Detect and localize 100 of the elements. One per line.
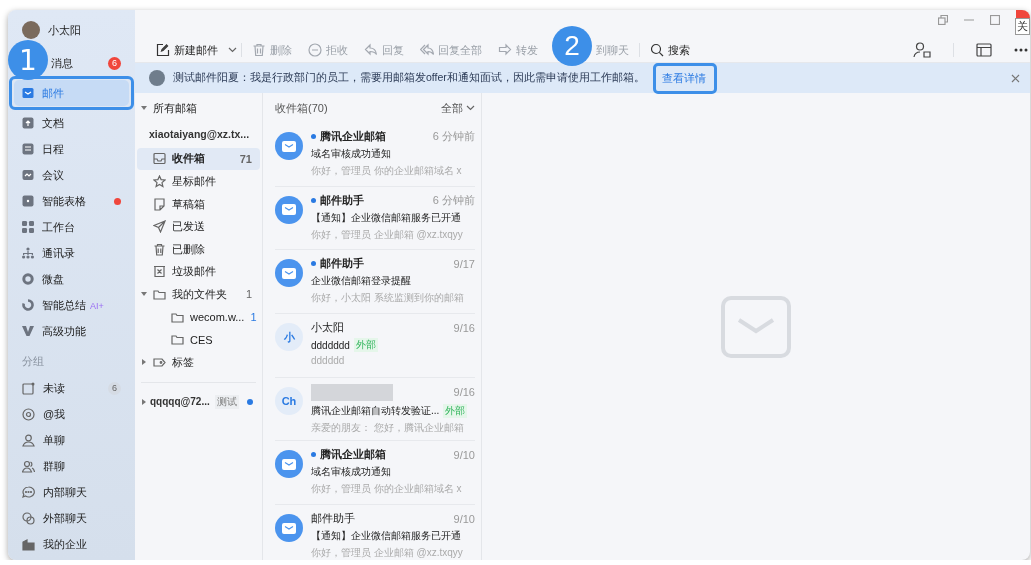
mail-item[interactable]: 腾讯企业邮箱 6 分钟前 域名审核成功通知 你好，管理员 你的企业邮箱域名 x [275, 123, 475, 187]
mailbox-group[interactable]: 所有邮箱 [137, 97, 260, 120]
table-icon [22, 195, 34, 207]
user-name: 小太阳 [48, 22, 81, 38]
maximize-icon [990, 15, 1000, 25]
inbox-icon [153, 152, 166, 166]
cloud-disk-icon [22, 273, 34, 285]
external-tag: 外部 [443, 403, 468, 418]
group-item[interactable]: 单聊 [14, 427, 129, 453]
tag-icon [153, 355, 166, 369]
reply-all-icon [420, 43, 434, 57]
mail-item[interactable]: 腾讯企业邮箱 9/10 域名审核成功通知 你好，管理员 你的企业邮箱域名 x [275, 441, 475, 506]
initial-avatar: 小 [275, 323, 303, 352]
tooltip: 关 [1015, 18, 1030, 35]
mail-time: 9/16 [453, 386, 475, 399]
folder-item[interactable]: 草稿箱 [137, 192, 260, 216]
user-avatar[interactable] [22, 21, 40, 39]
filter-dropdown[interactable]: 全部 [441, 100, 475, 116]
mail-avatar [275, 259, 303, 288]
paper-plane-icon [153, 220, 166, 234]
account-item[interactable]: qqqqq@72... 测试 [137, 390, 260, 414]
mail-item[interactable]: 邮件助手 9/10 【通知】企业微信邮箱服务已开通 你好，管理员 企业邮箱 @xz.txqyy [275, 505, 475, 560]
restore-window-icon [938, 15, 948, 25]
step-number: 2 [552, 26, 592, 66]
close-icon [1011, 73, 1020, 83]
nav-item[interactable]: 消息 6 [51, 50, 129, 76]
folder-item[interactable]: 标签 [137, 350, 260, 374]
folder-item[interactable]: CES [137, 328, 260, 351]
org-chart-icon [22, 247, 34, 259]
mail-time: 9/16 [453, 321, 475, 334]
compose-icon [156, 43, 170, 57]
mail-time: 9/17 [453, 257, 475, 270]
folder-item[interactable]: 垃圾邮件 [137, 260, 260, 284]
caret-down-icon [228, 47, 237, 53]
list-title: 收件箱(70) [275, 100, 328, 116]
mail-item[interactable]: 邮件助手 6 分钟前 【通知】企业微信邮箱服务已开通 你好，管理员 企业邮箱 @xz.txqyy [275, 186, 475, 251]
ring-icon [22, 299, 34, 311]
mail-subject: 腾讯企业邮箱自动转发验证... [311, 403, 440, 418]
sender-name: 小太阳 [311, 320, 345, 336]
nav-item[interactable]: 会议 [14, 162, 129, 188]
nav-item[interactable]: 微盘 [14, 266, 129, 292]
minus-circle-icon [308, 43, 322, 57]
folder-item[interactable]: 星标邮件 [137, 170, 260, 193]
draft-icon [153, 197, 166, 211]
mail-preview: 你好，小太阳 系统监测到你的邮箱 [311, 291, 465, 306]
mail-subject: 域名审核成功通知 [311, 147, 391, 161]
mail-item[interactable]: 小 小太阳 9/16 ddddddd 外部 dddddd [275, 314, 475, 378]
mail-preview: 亲爱的朋友： 您好，腾讯企业邮箱 [311, 420, 465, 435]
nav-item[interactable]: 智能总结 AI+ [14, 292, 129, 318]
group-icon [22, 459, 35, 473]
folder-item[interactable]: 已删除 [137, 237, 260, 261]
toolbar-button[interactable]: 搜索 [644, 40, 696, 60]
toolbar-button[interactable]: 新建邮件 [150, 40, 224, 60]
nav-item[interactable]: 高级功能 [14, 318, 129, 344]
unread-icon [22, 381, 35, 395]
nav-item[interactable]: 日程 [14, 136, 129, 162]
nav-item[interactable]: 文档 [14, 110, 129, 136]
layout-icon [976, 43, 992, 57]
folder-icon [153, 287, 166, 301]
two-bubbles-icon [22, 511, 35, 525]
section-label: 分组 [21, 354, 45, 369]
group-item[interactable]: 未读 6 [14, 375, 129, 401]
trash-icon [252, 43, 266, 57]
mail-subject: 【通知】企业微信邮箱服务已开通 [311, 529, 461, 544]
ai-tag: AI+ [90, 300, 104, 311]
envelope-icon [721, 295, 791, 358]
nav-item[interactable]: 通讯录 [14, 240, 129, 266]
mail-subject: 企业微信邮箱登录提醒 [311, 274, 411, 289]
sender-name: 邮件助手 [320, 192, 365, 208]
chat-bubble-icon [22, 485, 35, 499]
person-mail-icon [913, 42, 931, 58]
mail-time: 6 分钟前 [432, 192, 475, 208]
group-item[interactable]: 外部聊天 [14, 505, 129, 531]
folder-item[interactable]: 收件箱 71 [137, 147, 260, 171]
mail-item[interactable]: Ch 9/16 腾讯企业邮箱自动转发验证... 外部 亲爱的朋友： 您好，腾讯企业邮箱 [275, 377, 475, 442]
nav-item[interactable]: 智能表格 [14, 188, 129, 214]
group-item[interactable]: @我 [14, 401, 129, 427]
caret-icon [141, 105, 147, 112]
group-item[interactable]: 我的企业 [14, 531, 129, 557]
group-item[interactable]: 群聊 [14, 453, 129, 479]
caret-icon [141, 359, 147, 366]
spam-box-icon [153, 265, 166, 279]
mail-avatar [275, 450, 303, 479]
account-name[interactable]: xiaotaiyang@xz.tx... [137, 119, 260, 148]
group-item[interactable]: 内部聊天 [14, 479, 129, 505]
star-icon [153, 175, 166, 188]
sender-avatar [149, 70, 165, 86]
folder-item[interactable]: 已发送 [137, 215, 260, 238]
folder-item[interactable]: wecom.w... 1 [137, 305, 260, 329]
external-tag: 外部 [353, 338, 378, 353]
mail-time: 9/10 [453, 448, 475, 461]
details-link[interactable]: 查看详情 [661, 71, 706, 84]
mail-item[interactable]: 邮件助手 9/17 企业微信邮箱登录提醒 你好，小太阳 系统监测到你的邮箱 [275, 250, 475, 315]
sender-name: 腾讯企业邮箱 [320, 447, 387, 463]
video-meeting-icon [22, 169, 34, 181]
notice-text: 测试邮件阳夏：我是行政部门的员工，需要用邮箱发offer和通知面试，因此需申请使用工作邮箱。 [173, 71, 645, 85]
more-icon[interactable] [1014, 48, 1028, 52]
nav-item[interactable]: 工作台 [14, 214, 129, 240]
grid-icon [22, 221, 34, 233]
folder-item[interactable]: 我的文件夹 1 [137, 283, 260, 306]
